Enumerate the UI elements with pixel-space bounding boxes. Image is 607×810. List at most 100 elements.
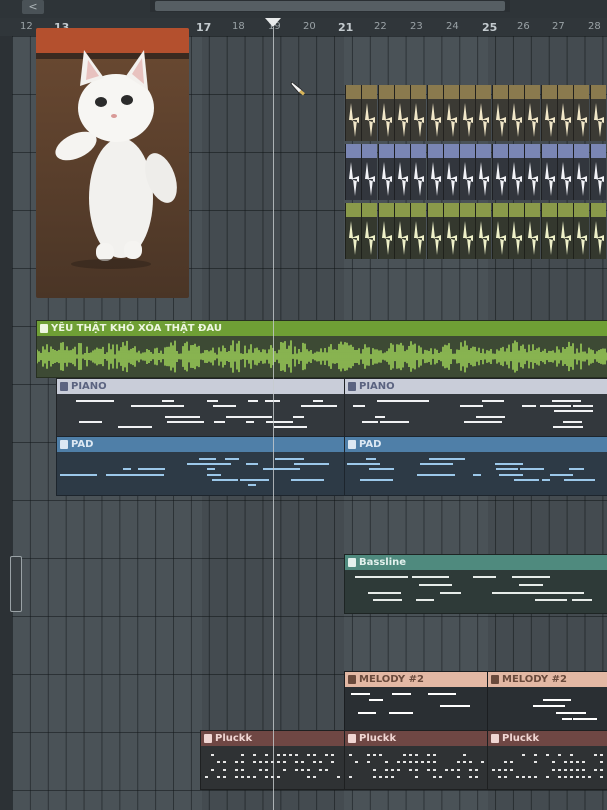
drum-clip[interactable] (491, 144, 508, 200)
note (504, 775, 507, 778)
drum-clip[interactable] (589, 144, 606, 200)
drum-clip[interactable] (524, 85, 541, 141)
drum-clip[interactable] (410, 85, 427, 141)
drum-clip[interactable] (475, 203, 492, 259)
clip-header[interactable]: YÊU THẬT KHÓ XÓA THẬT ĐAU (37, 321, 607, 336)
drum-clip[interactable] (524, 203, 541, 259)
note (550, 473, 573, 476)
clip-header[interactable]: PIANO (345, 379, 607, 394)
drum-clip[interactable] (393, 203, 410, 259)
note (504, 768, 507, 771)
drum-clip[interactable] (589, 203, 606, 259)
drum-clip[interactable] (393, 144, 410, 200)
scrollbar-thumb[interactable] (155, 1, 505, 11)
drum-clip[interactable] (459, 203, 476, 259)
drum-clip[interactable] (573, 144, 590, 200)
drum-waveform (414, 162, 425, 196)
drum-waveform (463, 221, 474, 255)
drum-clip-header (541, 85, 557, 99)
note (325, 754, 328, 756)
clip-piano-b[interactable]: PIANO (344, 378, 607, 438)
clip-pad-a[interactable]: PAD (56, 436, 346, 496)
drum-clip-header (411, 144, 427, 158)
drum-clip[interactable] (345, 203, 361, 259)
clip-pluck-b[interactable]: Pluckk (344, 730, 489, 790)
pattern-icon (348, 440, 356, 449)
drum-clip[interactable] (459, 85, 476, 141)
drum-clip[interactable] (475, 85, 492, 141)
clip-header[interactable]: MELODY #2 (345, 672, 488, 687)
note (572, 599, 592, 602)
note (391, 775, 394, 778)
drum-clip[interactable] (426, 144, 443, 200)
note (380, 591, 394, 594)
drum-clip[interactable] (426, 85, 443, 141)
note (600, 754, 603, 756)
drum-clip[interactable] (442, 203, 459, 259)
drum-clip[interactable] (556, 144, 573, 200)
drum-clip[interactable] (377, 144, 394, 200)
clip-melody-b[interactable]: MELODY #2 (487, 671, 607, 731)
drum-clip[interactable] (377, 203, 394, 259)
note (385, 761, 388, 764)
clip-vocal[interactable]: YÊU THẬT KHÓ XÓA THẬT ĐAU (36, 320, 607, 378)
clip-header[interactable]: PAD (57, 437, 345, 452)
drum-clip[interactable] (475, 144, 492, 200)
note (415, 775, 418, 778)
drum-clip[interactable] (377, 85, 394, 141)
clip-pad-b[interactable]: PAD (344, 436, 607, 496)
note (475, 768, 478, 771)
back-button[interactable]: < (22, 0, 44, 14)
drum-clip[interactable] (410, 203, 427, 259)
playhead-marker[interactable] (265, 18, 281, 27)
drum-clip[interactable] (508, 203, 524, 259)
drum-clip[interactable] (491, 203, 508, 259)
drum-clip[interactable] (442, 144, 459, 200)
drum-clip[interactable] (426, 203, 443, 259)
drum-clip[interactable] (556, 203, 573, 259)
note (482, 400, 504, 402)
note (460, 405, 483, 408)
clip-pluck-c[interactable]: Pluckk (487, 730, 607, 790)
drum-clip[interactable] (540, 85, 557, 141)
drum-clip[interactable] (361, 203, 378, 259)
clip-header[interactable]: PIANO (57, 379, 345, 394)
drum-clip[interactable] (345, 85, 361, 141)
drum-clip[interactable] (540, 203, 557, 259)
note (379, 754, 382, 756)
clip-header[interactable]: Pluckk (345, 731, 488, 746)
clip-bassline[interactable]: Bassline (344, 554, 607, 614)
note (265, 754, 268, 756)
clip-melody-a[interactable]: MELODY #2 (344, 671, 489, 731)
drum-clip[interactable] (573, 203, 590, 259)
drum-clip[interactable] (524, 144, 541, 200)
note (409, 761, 412, 764)
drum-clip[interactable] (556, 85, 573, 141)
drum-clip[interactable] (361, 85, 378, 141)
drum-clip[interactable] (459, 144, 476, 200)
drum-clip[interactable] (442, 85, 459, 141)
drum-clip[interactable] (361, 144, 378, 200)
vertical-scrollbar-thumb[interactable] (10, 556, 22, 612)
clip-piano-a[interactable]: PIANO (56, 378, 346, 438)
drum-clip[interactable] (589, 85, 606, 141)
clip-header[interactable]: Pluckk (488, 731, 607, 746)
drum-clip[interactable] (491, 85, 508, 141)
drum-clip-header (378, 144, 394, 158)
drum-clip[interactable] (345, 144, 361, 200)
note (546, 775, 549, 778)
note (213, 405, 236, 408)
drum-waveform (577, 221, 588, 255)
ruler-tick-26: 26 (517, 21, 530, 32)
clip-header[interactable]: PAD (345, 437, 607, 452)
drum-clip[interactable] (508, 144, 524, 200)
drum-clip[interactable] (573, 85, 590, 141)
note (498, 768, 501, 771)
drum-waveform (365, 162, 376, 196)
drum-clip[interactable] (410, 144, 427, 200)
drum-clip[interactable] (393, 85, 410, 141)
drum-clip[interactable] (508, 85, 524, 141)
clip-header[interactable]: MELODY #2 (488, 672, 607, 687)
clip-header[interactable]: Bassline (345, 555, 607, 570)
drum-clip[interactable] (540, 144, 557, 200)
